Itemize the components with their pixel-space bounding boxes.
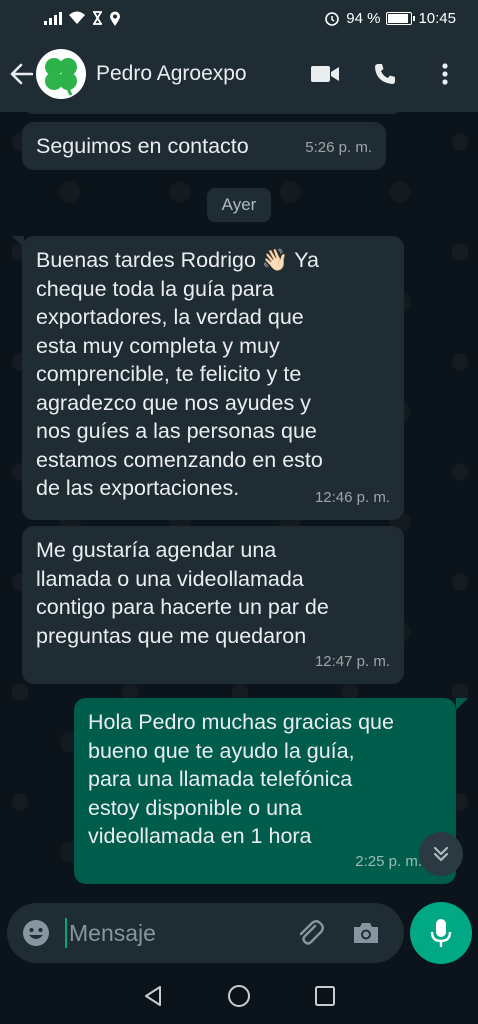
message-text: Buenas tardes Rodrigo 👋🏻 Ya cheque toda … — [36, 248, 323, 500]
microphone-icon — [430, 919, 452, 947]
phone-icon — [375, 64, 395, 84]
signal-icon — [44, 11, 62, 25]
partial-message-bubble — [22, 112, 404, 114]
text-cursor — [65, 918, 67, 948]
message-bubble-3[interactable]: Me gustaría agendar una llamada o una vi… — [22, 526, 404, 684]
status-bar: 94 % 10:45 — [0, 0, 478, 36]
paperclip-icon — [299, 920, 324, 945]
triangle-back-icon — [145, 986, 161, 1006]
message-bubble-4[interactable]: Hola Pedro muchas gracias que bueno que … — [74, 698, 456, 884]
back-arrow-icon — [10, 63, 33, 85]
scroll-to-bottom-button[interactable] — [419, 832, 463, 876]
bubble-tail — [456, 698, 468, 710]
message-time: 5:26 p. m. — [305, 138, 372, 156]
more-vert-icon — [442, 63, 448, 85]
more-options-button[interactable] — [430, 56, 460, 92]
wifi-icon — [69, 11, 85, 24]
square-recents-icon — [315, 986, 335, 1006]
clover-icon — [45, 58, 77, 96]
message-time: 2:25 p. m. — [355, 852, 422, 870]
double-chevron-down-icon — [433, 846, 449, 862]
battery-percent: 94 % — [346, 9, 381, 27]
back-button[interactable] — [6, 54, 36, 94]
contact-avatar[interactable] — [36, 49, 86, 99]
camera-button[interactable] — [349, 916, 383, 950]
clock: 10:45 — [418, 9, 456, 27]
voice-call-button[interactable] — [370, 56, 400, 92]
message-text: Hola Pedro muchas gracias que bueno que … — [88, 710, 394, 848]
alarm-icon — [325, 12, 340, 26]
message-time: 12:47 p. m. — [314, 652, 390, 670]
composer-bar — [0, 900, 478, 968]
message-text: Me gustaría agendar una llamada o una vi… — [36, 538, 329, 648]
status-icons-right: 94 % 10:45 — [324, 10, 456, 27]
date-separator: Ayer — [207, 188, 271, 222]
message-input[interactable] — [69, 919, 289, 947]
chat-area[interactable]: Seguimos en contacto 5:26 p. m. Ayer Bue… — [0, 112, 478, 900]
header-actions — [310, 56, 460, 92]
video-call-icon — [311, 66, 339, 82]
voice-message-button[interactable] — [410, 902, 472, 964]
emoji-button[interactable] — [21, 918, 51, 948]
message-bubble-2[interactable]: Buenas tardes Rodrigo 👋🏻 Ya cheque toda … — [22, 236, 404, 520]
emoji-icon — [23, 920, 49, 946]
chat-header: Pedro Agroexpo — [0, 36, 478, 112]
hourglass-icon — [93, 11, 102, 25]
nav-back-button[interactable] — [138, 981, 168, 1011]
camera-icon — [354, 923, 378, 943]
nav-home-button[interactable] — [224, 981, 254, 1011]
attach-button[interactable] — [293, 916, 327, 950]
composer-box — [7, 903, 404, 963]
system-nav-bar — [0, 968, 478, 1024]
circle-home-icon — [228, 985, 250, 1007]
nav-recents-button[interactable] — [310, 981, 340, 1011]
contact-name[interactable]: Pedro Agroexpo — [96, 62, 310, 86]
message-bubble-1[interactable]: Seguimos en contacto 5:26 p. m. — [22, 122, 386, 170]
video-call-button[interactable] — [310, 56, 340, 92]
message-time: 12:46 p. m. — [314, 488, 390, 506]
location-icon — [110, 11, 120, 26]
status-icons-left — [44, 11, 121, 26]
battery-icon — [386, 11, 416, 25]
